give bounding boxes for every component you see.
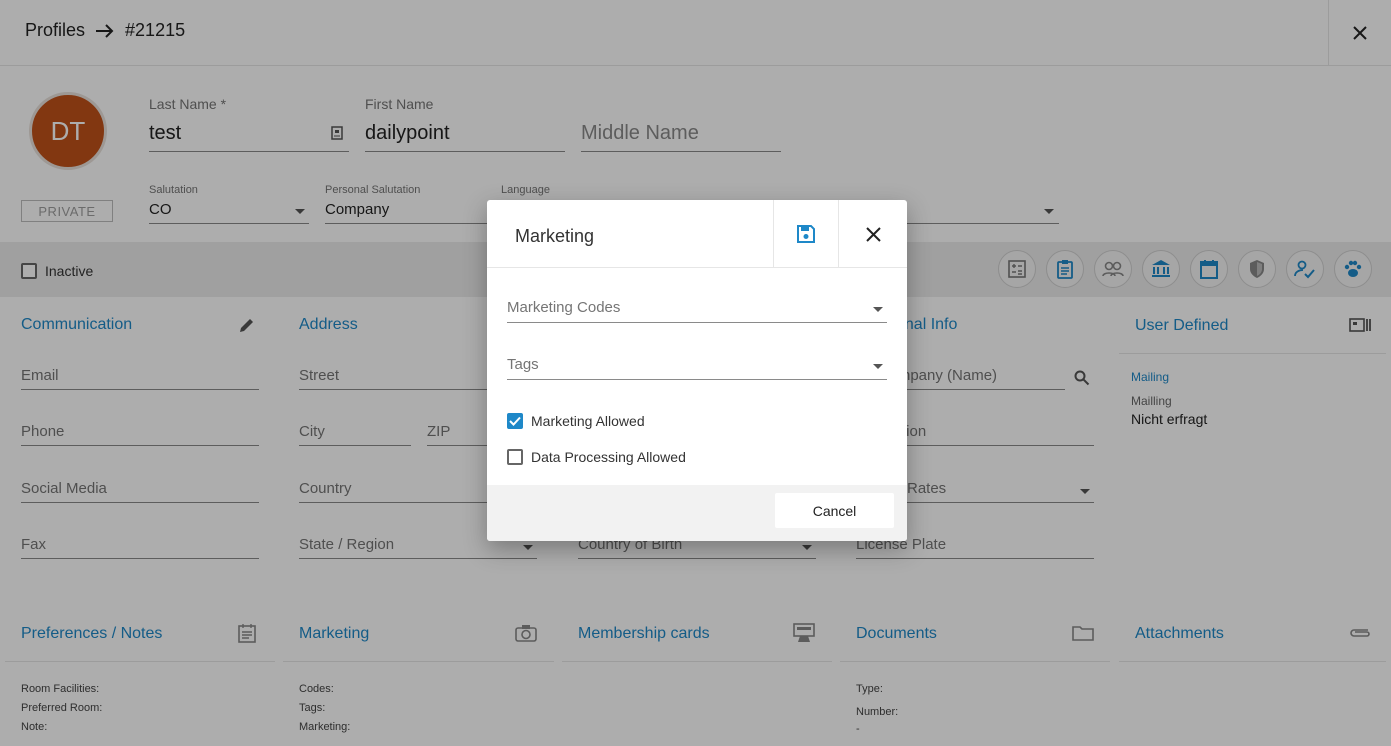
data-processing-label: Data Processing Allowed (531, 449, 686, 465)
dialog-header: Marketing (487, 200, 907, 268)
marketing-dialog: Marketing Marketing Codes Tags Marketing… (487, 200, 907, 541)
marketing-codes-select[interactable]: Marketing Codes (507, 298, 887, 323)
marketing-allowed-label: Marketing Allowed (531, 413, 645, 429)
profile-page: Profiles #21215 DT Last Name * test Firs… (0, 0, 1391, 746)
marketing-codes-placeholder: Marketing Codes (507, 299, 621, 316)
chevron-down-icon (873, 364, 883, 369)
cancel-button[interactable]: Cancel (775, 493, 894, 528)
tags-placeholder: Tags (507, 356, 539, 373)
dialog-title: Marketing (515, 226, 595, 246)
marketing-allowed-checkbox[interactable] (507, 413, 523, 429)
dialog-close-button[interactable] (838, 200, 907, 268)
save-icon (797, 225, 815, 243)
tags-select[interactable]: Tags (507, 355, 887, 380)
data-processing-checkbox[interactable] (507, 449, 523, 465)
check-icon (509, 416, 521, 426)
close-icon (865, 226, 881, 242)
save-button[interactable] (773, 200, 838, 268)
chevron-down-icon (873, 307, 883, 312)
